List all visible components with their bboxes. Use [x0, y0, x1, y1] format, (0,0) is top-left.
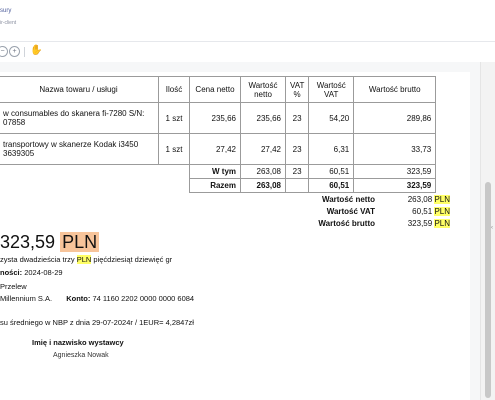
- col-header-vat: Wartość VAT: [308, 76, 355, 103]
- item-name: w consumables do skanera fi-7280 S/N: 07…: [0, 102, 159, 134]
- zoom-in-icon[interactable]: +: [9, 46, 20, 57]
- brutto-amount: 323,59: [407, 219, 433, 228]
- razem-label: Razem: [189, 178, 241, 193]
- scrollbar-thumb[interactable]: [485, 182, 491, 398]
- col-header-vat-pct: VAT %: [284, 76, 310, 103]
- item-name-line1: w consumables do skanera fi-7280 S/N:: [3, 109, 145, 118]
- summary-vat-value: 60,51 PLN: [370, 207, 450, 216]
- col-header-name: Nazwa towaru / usługi: [0, 76, 159, 103]
- account-number: 74 1160 2202 0000 0000 6084: [92, 294, 195, 303]
- col-header-gross: Wartość brutto: [353, 76, 437, 103]
- document-canvas: Nazwa towaru / usługi Ilość Cena netto W…: [0, 62, 480, 400]
- words-prefix: zysta dwadzieścia trzy: [0, 255, 75, 264]
- summary-vat-label: Wartość VAT: [326, 207, 375, 216]
- total-amount: 323,59 PLN: [0, 232, 100, 253]
- col-header-price: Cena netto: [189, 76, 241, 103]
- item-gross: 289,86: [353, 102, 437, 134]
- wtym-row: W tym 263,08 23 60,51 323,59: [0, 164, 437, 179]
- table-header-row: Nazwa towaru / usługi Ilość Cena netto W…: [0, 76, 437, 103]
- empty-cell: [0, 165, 190, 179]
- payment-method: Przelew: [0, 282, 27, 291]
- col-header-qty: Ilość: [158, 76, 190, 103]
- razem-vat: 60,51: [308, 178, 355, 193]
- item-qty: 1 szt: [158, 133, 190, 165]
- netto-amount: 263,08: [407, 195, 433, 204]
- item-price: 27,42: [189, 133, 241, 165]
- wtym-net: 263,08: [240, 164, 286, 179]
- zoom-out-icon[interactable]: −: [0, 46, 8, 57]
- vat-amount: 60,51: [412, 207, 433, 216]
- total-currency: PLN: [60, 232, 100, 252]
- col-header-net: Wartość netto: [240, 76, 286, 103]
- item-name-line2: 07858: [3, 118, 26, 127]
- account-label: Konto:: [66, 294, 91, 303]
- app-title: sury: [0, 8, 12, 14]
- app-header: sury ir-client: [0, 0, 495, 40]
- vertical-scrollbar[interactable]: [480, 62, 495, 400]
- words-suffix: pięćdziesiąt dziewięć gr: [93, 255, 173, 264]
- item-qty: 1 szt: [158, 102, 190, 134]
- item-name-line1: transportowy w skanerze Kodak i3450: [3, 140, 139, 149]
- wtym-vat: 60,51: [308, 164, 355, 179]
- summary-netto-label: Wartość netto: [321, 195, 375, 204]
- wtym-gross: 323,59: [353, 164, 437, 179]
- words-currency: PLN: [76, 255, 92, 264]
- summary-brutto-label: Wartość brutto: [318, 219, 375, 228]
- payment-due-value: 2024-08-29: [24, 268, 63, 277]
- app-subtitle: ir-client: [0, 20, 17, 26]
- summary-brutto-value: 323,59 PLN: [370, 219, 450, 228]
- currency-highlight: PLN: [434, 219, 450, 228]
- razem-row: Razem 263,08 60,51 323,59: [0, 178, 437, 193]
- amount-in-words: zysta dwadzieścia trzy PLN pięćdziesiąt …: [0, 255, 172, 264]
- issuer-name: Agnieszka Nowak: [53, 352, 109, 359]
- item-name: transportowy w skanerze Kodak i3450 3639…: [0, 133, 159, 165]
- bank-name: Millennium S.A.: [0, 294, 53, 303]
- currency-highlight: PLN: [434, 207, 450, 216]
- viewer-toolbar: − + ✋: [0, 41, 495, 63]
- panel-collapse-icon[interactable]: ‹: [491, 225, 493, 231]
- table-row: w consumables do skanera fi-7280 S/N: 07…: [0, 102, 437, 134]
- wtym-label: W tym: [189, 164, 241, 179]
- exchange-rate-note: su średniego w NBP z dnia 29-07-2024r / …: [0, 318, 194, 327]
- item-vat-pct: 23: [284, 133, 310, 165]
- item-name-line2: 3639305: [3, 149, 35, 158]
- currency-highlight: PLN: [434, 195, 450, 204]
- razem-vat-pct: [284, 178, 310, 193]
- item-net: 27,42: [240, 133, 286, 165]
- payment-due-label: ności:: [0, 268, 23, 277]
- bank-info: Millennium S.A. Konto: 74 1160 2202 0000…: [0, 294, 194, 303]
- total-value: 323,59: [0, 232, 56, 252]
- item-price: 235,66: [189, 102, 241, 134]
- payment-due: ności: 2024-08-29: [0, 268, 63, 277]
- toolbar-divider: [24, 47, 25, 57]
- summary-netto-value: 263,08 PLN: [370, 195, 450, 204]
- razem-gross: 323,59: [353, 178, 437, 193]
- razem-net: 263,08: [240, 178, 286, 193]
- item-vat-pct: 23: [284, 102, 310, 134]
- item-net: 235,66: [240, 102, 286, 134]
- table-row: transportowy w skanerze Kodak i3450 3639…: [0, 133, 437, 165]
- issuer-label: Imię i nazwisko wystawcy: [32, 338, 124, 347]
- item-vat: 54,20: [308, 102, 355, 134]
- invoice-page: Nazwa towaru / usługi Ilość Cena netto W…: [0, 72, 470, 400]
- hand-tool-icon[interactable]: ✋: [30, 45, 42, 56]
- item-gross: 33,73: [353, 133, 437, 165]
- item-vat: 6,31: [308, 133, 355, 165]
- wtym-vat-pct: 23: [284, 164, 310, 179]
- items-table: Nazwa towaru / usługi Ilość Cena netto W…: [0, 76, 437, 193]
- empty-cell: [0, 179, 190, 193]
